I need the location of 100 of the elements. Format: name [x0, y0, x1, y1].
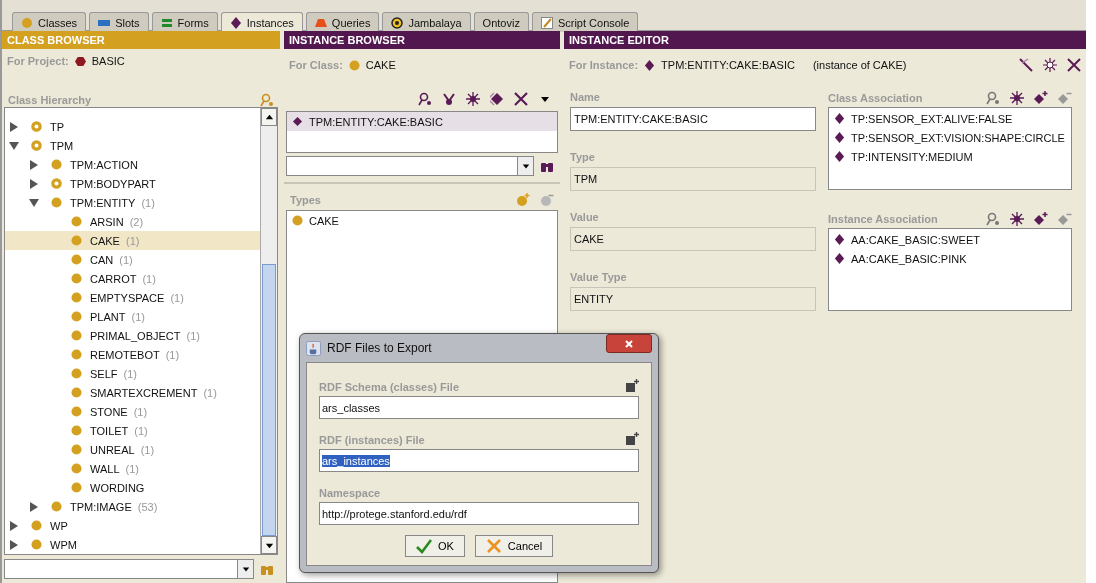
collapse-icon[interactable] [29, 197, 39, 208]
input-field[interactable]: ars_instances [319, 449, 639, 472]
sparkle-icon[interactable] [466, 92, 480, 106]
count: (1) [165, 348, 180, 361]
instance-name: TPM:ENTITY:CAKE:BASIC [661, 59, 795, 71]
field-label: Value [570, 211, 600, 225]
input-field[interactable]: ENTITY [570, 287, 816, 311]
tree-item[interactable]: PLANT (1) [5, 307, 260, 326]
collapse-icon[interactable] [9, 140, 19, 151]
project-label: For Project: [7, 55, 69, 68]
instance-item[interactable]: TPM:ENTITY:CAKE:BASIC [287, 112, 557, 131]
dropdown-icon[interactable] [241, 565, 250, 573]
tree-item[interactable]: SMARTEXCREMENT (1) [5, 383, 260, 402]
tree-item[interactable]: TPM:IMAGE (53) [5, 497, 260, 516]
association-item[interactable]: AA:CAKE_BASIC:SWEET [829, 230, 1071, 249]
count: (1) [170, 291, 184, 304]
tree-item[interactable]: TPM:ACTION [5, 155, 260, 174]
trapezoid-icon [314, 16, 327, 29]
type-item[interactable]: CAKE [287, 211, 557, 230]
tree-item[interactable]: STONE (1) [5, 402, 260, 421]
tree-item[interactable]: PRIMAL_OBJECT (1) [5, 326, 260, 345]
cross-icon [485, 538, 502, 554]
expand-icon[interactable] [9, 520, 19, 531]
input-field[interactable]: ars_classes [319, 396, 639, 419]
scroll-up-icon[interactable] [264, 112, 274, 122]
count: (1) [186, 329, 200, 342]
tree-item[interactable]: SELF (1) [5, 364, 260, 383]
diamond-icon[interactable] [490, 92, 504, 106]
tree-item[interactable]: CAKE (1) [5, 231, 260, 250]
tree-item[interactable]: WORDING [5, 478, 260, 497]
association-item[interactable]: AA:CAKE_BASIC:PINK [829, 249, 1071, 268]
tab[interactable]: Forms [151, 12, 218, 32]
tree-item[interactable]: CAN (1) [5, 250, 260, 269]
tree-item[interactable]: EMPTYSPACE (1) [5, 288, 260, 307]
sparkle-icon[interactable] [1010, 91, 1024, 105]
class-label: For Class: [289, 59, 343, 71]
tree-item[interactable]: REMOTEBOT (1) [5, 345, 260, 364]
dot-icon [51, 159, 62, 170]
count: (1) [125, 462, 139, 475]
association-item[interactable]: TP:SENSOR_EXT:VISION:SHAPE:CIRCLE [829, 128, 1071, 147]
tree-item[interactable]: TPM [5, 136, 260, 155]
tree-item[interactable]: WP [5, 516, 260, 535]
tree-item[interactable]: TPM:ENTITY (1) [5, 193, 260, 212]
dot-icon [51, 501, 62, 512]
tree-item[interactable]: UNREAL (1) [5, 440, 260, 459]
dropdown-icon[interactable] [521, 162, 530, 170]
dot-icon [71, 216, 82, 227]
association-item[interactable]: TP:SENSOR_EXT:ALIVE:FALSE [829, 109, 1071, 128]
pen-icon [540, 16, 553, 29]
dot-icon [51, 197, 62, 208]
close-icon[interactable] [1067, 58, 1081, 72]
ok-button[interactable]: OK [404, 535, 465, 557]
dot-icon [71, 235, 82, 246]
count: (53) [137, 500, 158, 513]
add-icon[interactable] [1034, 212, 1048, 226]
tree-item[interactable]: TPM:BODYPART [5, 174, 260, 193]
branch-icon[interactable] [442, 92, 456, 106]
field-label: Value Type [570, 271, 628, 285]
ring-icon [51, 178, 62, 189]
tab[interactable]: Instances [220, 12, 303, 32]
input-field[interactable]: CAKE [570, 227, 816, 251]
tab[interactable]: Jambalaya [382, 12, 471, 32]
add-file-icon[interactable] [625, 379, 639, 393]
expand-icon[interactable] [9, 539, 19, 550]
tree-item[interactable]: CARROT (1) [5, 269, 260, 288]
tree-item[interactable]: ARSIN (2) [5, 212, 260, 231]
add-icon[interactable] [1034, 91, 1048, 105]
tab[interactable]: Slots [89, 12, 149, 32]
input-field[interactable]: http://protege.stanford.edu/rdf [319, 502, 639, 525]
tab[interactable]: Ontoviz [473, 12, 529, 32]
scrollbar[interactable] [260, 108, 277, 554]
tab[interactable]: Queries [305, 12, 380, 32]
input-field[interactable]: TPM:ENTITY:CAKE:BASIC [570, 107, 816, 131]
search-icon[interactable] [418, 92, 432, 106]
expand-icon[interactable] [29, 159, 39, 170]
expand-icon[interactable] [29, 178, 39, 189]
tree-item[interactable]: TOILET (1) [5, 421, 260, 440]
tab[interactable]: Classes [12, 12, 87, 32]
dot-icon [71, 425, 82, 436]
diamond-icon [834, 253, 845, 264]
sparkle-icon[interactable] [1010, 212, 1024, 226]
sparkle-icon[interactable] [1043, 58, 1057, 72]
tab[interactable]: Script Console [531, 12, 639, 32]
instance-of: (instance of CAKE) [812, 59, 907, 71]
tree-item[interactable]: WALL (1) [5, 459, 260, 478]
dot-icon [31, 539, 42, 550]
panel-header: INSTANCE EDITOR [564, 31, 1086, 49]
expand-icon[interactable] [29, 501, 39, 512]
tree-item[interactable]: WPM [5, 535, 260, 554]
wand-icon[interactable] [1019, 58, 1033, 72]
expand-icon[interactable] [9, 121, 19, 132]
tree-item[interactable]: TP [5, 117, 260, 136]
diamond-icon [229, 16, 242, 29]
association-item[interactable]: TP:INTENSITY:MEDIUM [829, 147, 1071, 166]
delete-icon[interactable] [514, 92, 528, 106]
cancel-button[interactable]: Cancel [474, 535, 554, 557]
close-button[interactable] [606, 334, 652, 353]
add-file-icon[interactable] [625, 432, 639, 446]
input-field[interactable]: TPM [570, 167, 816, 191]
section-label: Types [290, 194, 321, 206]
